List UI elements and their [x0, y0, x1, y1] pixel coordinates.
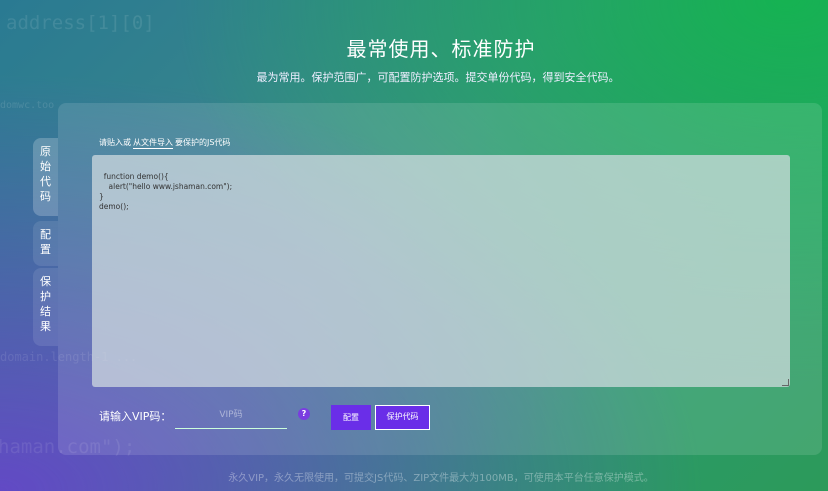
tab-original-code[interactable]: 原 始 代 码	[33, 138, 58, 216]
label-suffix: 要保护的JS代码	[175, 138, 231, 147]
protect-code-button[interactable]: 保护代码	[375, 405, 430, 430]
help-icon[interactable]: ?	[298, 408, 310, 420]
code-content: function demo(){ alert("hello www.jshama…	[99, 172, 233, 211]
tab-protect-result[interactable]: 保 护 结 果	[33, 268, 58, 346]
resize-handle[interactable]	[782, 379, 789, 386]
vip-label: 请输入VIP码：	[99, 410, 172, 423]
vip-code-input[interactable]	[175, 402, 287, 429]
config-button[interactable]: 配置	[331, 405, 371, 430]
code-input-label: 请贴入或 从文件导入 要保护的JS代码	[99, 137, 231, 149]
page-subtitle: 最为常用。保护范围广，可配置防护选项。提交单份代码，得到安全代码。	[256, 71, 620, 84]
label-prefix: 请贴入或	[99, 138, 131, 147]
import-from-file-link[interactable]: 从文件导入	[133, 138, 173, 149]
tab-config[interactable]: 配 置	[33, 221, 58, 266]
page-title: 最常使用、标准防护	[346, 37, 536, 61]
background-code-1: address[1][0]	[6, 12, 155, 34]
footer-note: 永久VIP，永久无限使用，可提交JS代码、ZIP文件最大为100MB，可使用本平…	[228, 473, 654, 484]
background-code-2: domwc.too	[0, 100, 55, 111]
code-textarea[interactable]: function demo(){ alert("hello www.jshama…	[92, 155, 790, 387]
